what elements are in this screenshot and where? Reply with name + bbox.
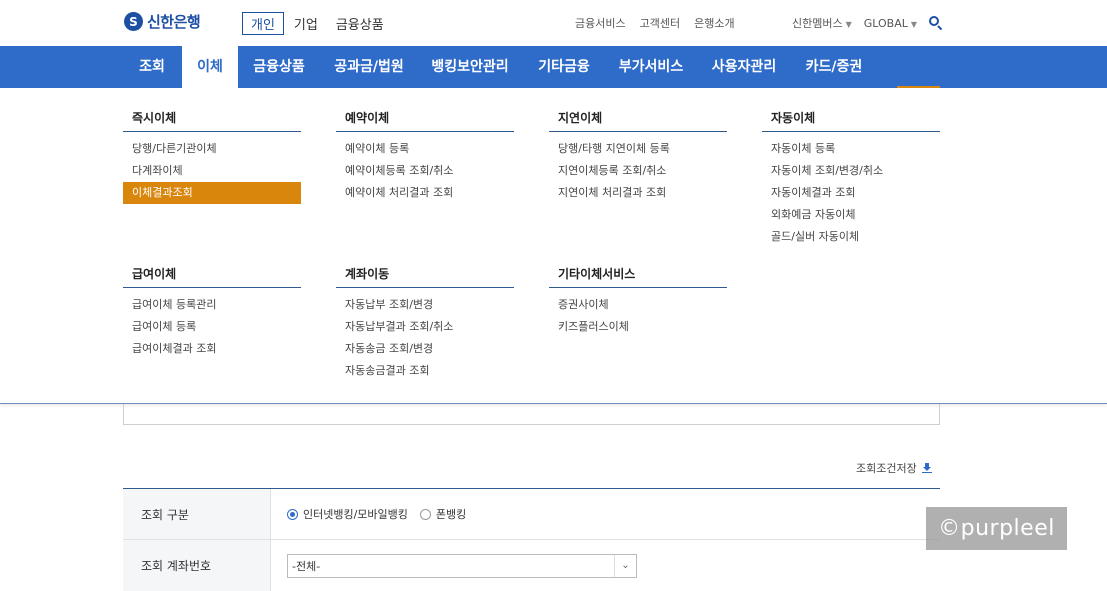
members-dropdown[interactable]: 신한멤버스 ▼ <box>792 15 852 31</box>
main-nav: 조회 이체 금융상품 공과금/법원 뱅킹보안관리 기타금융 부가서비스 사용자관… <box>0 46 1107 124</box>
menu-column-title: 예약이체 <box>336 110 514 132</box>
util-link-financial-service[interactable]: 금융서비스 <box>575 15 626 31</box>
nav-item-card-securities[interactable]: 카드/증권 <box>794 46 874 88</box>
utility-dropdowns: 신한멤버스 ▼ GLOBAL ▼ <box>792 15 943 31</box>
top-bar: S 신한은행 개인 기업 금융상품 금융서비스 고객센터 은행소개 신한멤버스 ▼… <box>0 0 1107 46</box>
nav-item-inquiry[interactable]: 조회 <box>124 46 180 88</box>
logo-text: 신한은행 <box>147 13 201 31</box>
menu-column-title: 지연이체 <box>549 110 727 132</box>
menu-item[interactable]: 급여이체 등록 <box>123 316 301 338</box>
form-value: -전체- ⌄ <box>271 540 940 591</box>
chevron-down-icon: ⌄ <box>614 554 636 577</box>
menu-column-salary-transfer: 급여이체 급여이체 등록관리 급여이체 등록 급여이체결과 조회 <box>123 266 301 360</box>
segment-tabs: 개인 기업 금융상품 <box>242 12 402 35</box>
segment-products[interactable]: 금융상품 <box>336 14 384 33</box>
nav-item-extra-services[interactable]: 부가서비스 <box>607 46 695 88</box>
search-form: 조회 구분 인터넷뱅킹/모바일뱅킹 폰뱅킹 조회 계좌번호 -전체- ⌄ <box>123 488 940 591</box>
menu-item[interactable]: 급여이체 등록관리 <box>123 294 301 316</box>
menu-item[interactable]: 자동송금 조회/변경 <box>336 338 514 360</box>
menu-item[interactable]: 자동이체결과 조회 <box>762 182 940 204</box>
form-label: 조회 구분 <box>123 489 271 539</box>
nav-item-security[interactable]: 뱅킹보안관리 <box>420 46 520 88</box>
menu-item[interactable]: 예약이체 등록 <box>336 138 514 160</box>
menu-item[interactable]: 증권사이체 <box>549 294 727 316</box>
util-link-bank-intro[interactable]: 은행소개 <box>694 15 734 31</box>
nav-item-user-management[interactable]: 사용자관리 <box>700 46 788 88</box>
radio-unchecked-icon <box>419 508 431 520</box>
menu-item[interactable]: 지연이체등록 조회/취소 <box>549 160 727 182</box>
search-icon[interactable] <box>929 16 943 31</box>
radio-label: 폰뱅킹 <box>435 508 467 521</box>
logo-mark-icon: S <box>124 12 143 31</box>
caret-down-icon: ▼ <box>845 20 852 29</box>
save-condition-label: 조회조건저장 <box>856 462 917 475</box>
nav-item-transfer[interactable]: 이체 <box>182 46 238 88</box>
menu-column-scheduled-transfer: 예약이체 예약이체 등록 예약이체등록 조회/취소 예약이체 처리결과 조회 <box>336 110 514 204</box>
form-label: 조회 계좌번호 <box>123 540 271 591</box>
menu-item[interactable]: 자동납부 조회/변경 <box>336 294 514 316</box>
menu-column-title: 계좌이동 <box>336 266 514 288</box>
form-row-account-number: 조회 계좌번호 -전체- ⌄ <box>123 540 940 591</box>
radio-checked-icon <box>287 508 298 520</box>
menu-column-title: 급여이체 <box>123 266 301 288</box>
menu-item[interactable]: 당행/다른기관이체 <box>123 138 301 160</box>
radio-internet-mobile[interactable]: 인터넷뱅킹/모바일뱅킹 <box>287 506 408 522</box>
menu-column-title: 기타이체서비스 <box>549 266 727 288</box>
menu-item[interactable]: 골드/실버 자동이체 <box>762 226 940 248</box>
account-select-value: -전체- <box>292 559 321 573</box>
menu-column-auto-transfer: 자동이체 자동이체 등록 자동이체 조회/변경/취소 자동이체결과 조회 외화예… <box>762 110 940 248</box>
nav-item-other-finance[interactable]: 기타금융 <box>524 46 604 88</box>
menu-column-delayed-transfer: 지연이체 당행/타행 지연이체 등록 지연이체등록 조회/취소 지연이체 처리결… <box>549 110 727 204</box>
form-value: 인터넷뱅킹/모바일뱅킹 폰뱅킹 <box>271 489 940 539</box>
menu-item[interactable]: 외화예금 자동이체 <box>762 204 940 226</box>
language-dropdown[interactable]: GLOBAL ▼ <box>864 17 917 30</box>
menu-item[interactable]: 당행/타행 지연이체 등록 <box>549 138 727 160</box>
nav-item-products[interactable]: 금융상품 <box>240 46 318 88</box>
menu-item[interactable]: 급여이체결과 조회 <box>123 338 301 360</box>
menu-item[interactable]: 자동송금결과 조회 <box>336 360 514 382</box>
logo[interactable]: S 신한은행 <box>124 11 201 32</box>
segment-personal[interactable]: 개인 <box>242 12 284 35</box>
menu-item[interactable]: 자동이체 조회/변경/취소 <box>762 160 940 182</box>
menu-item[interactable]: 예약이체 처리결과 조회 <box>336 182 514 204</box>
nav-item-utility-court[interactable]: 공과금/법원 <box>322 46 416 88</box>
util-link-customer-center[interactable]: 고객센터 <box>640 15 680 31</box>
caret-down-icon: ▼ <box>910 19 918 29</box>
radio-label: 인터넷뱅킹/모바일뱅킹 <box>303 508 408 521</box>
radio-phone-banking[interactable]: 폰뱅킹 <box>419 506 467 522</box>
segment-corporate[interactable]: 기업 <box>294 14 318 33</box>
menu-item-selected[interactable]: 이체결과조회 <box>123 182 301 204</box>
watermark: ©purpleel <box>926 507 1067 550</box>
menu-item[interactable]: 다계좌이체 <box>123 160 301 182</box>
mega-menu: 즉시이체 당행/다른기관이체 다계좌이체 이체결과조회 예약이체 예약이체 등록… <box>0 88 1107 404</box>
filter-box <box>123 404 940 425</box>
menu-item[interactable]: 자동납부결과 조회/취소 <box>336 316 514 338</box>
menu-column-title: 즉시이체 <box>123 110 301 132</box>
download-icon <box>921 463 932 473</box>
menu-column-instant-transfer: 즉시이체 당행/다른기관이체 다계좌이체 이체결과조회 <box>123 110 301 204</box>
menu-column-other-transfer: 기타이체서비스 증권사이체 키즈플러스이체 <box>549 266 727 338</box>
menu-column-title: 자동이체 <box>762 110 940 132</box>
menu-item[interactable]: 키즈플러스이체 <box>549 316 727 338</box>
menu-column-account-switch: 계좌이동 자동납부 조회/변경 자동납부결과 조회/취소 자동송금 조회/변경 … <box>336 266 514 382</box>
menu-item[interactable]: 지연이체 처리결과 조회 <box>549 182 727 204</box>
menu-item[interactable]: 자동이체 등록 <box>762 138 940 160</box>
menu-item[interactable]: 예약이체등록 조회/취소 <box>336 160 514 182</box>
account-select[interactable]: -전체- ⌄ <box>287 553 637 578</box>
form-row-inquiry-type: 조회 구분 인터넷뱅킹/모바일뱅킹 폰뱅킹 <box>123 489 940 540</box>
language-label: GLOBAL <box>863 16 908 30</box>
utility-links: 금융서비스 고객센터 은행소개 <box>575 15 749 31</box>
members-label: 신한멤버스 <box>792 17 843 30</box>
save-condition-button[interactable]: 조회조건저장 <box>856 460 932 476</box>
